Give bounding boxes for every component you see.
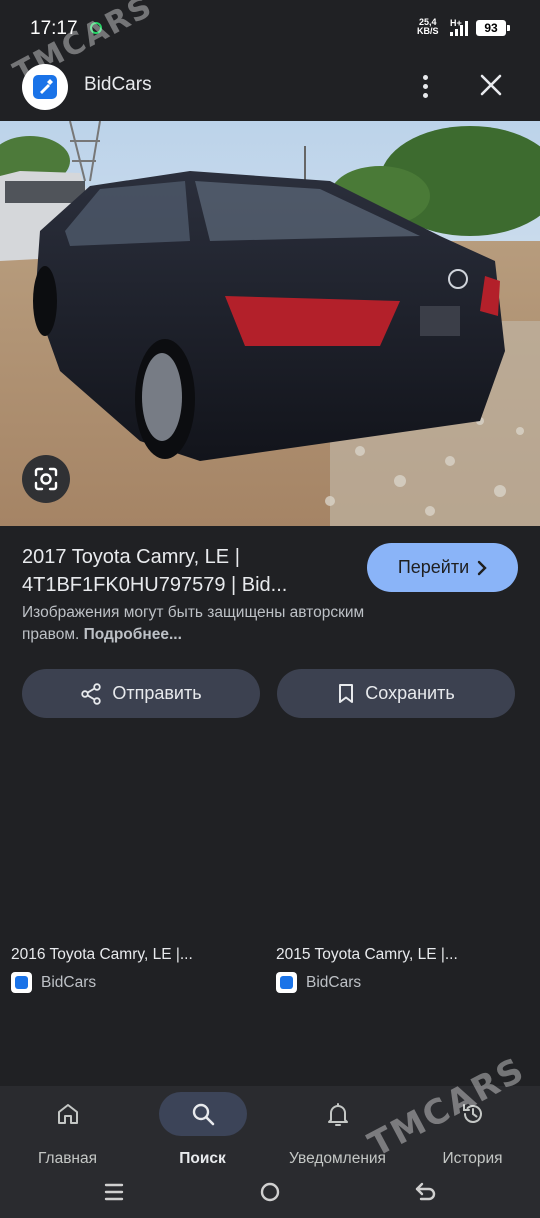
back-button[interactable] bbox=[412, 1178, 440, 1206]
home-system-button[interactable] bbox=[256, 1178, 284, 1206]
more-dot-icon bbox=[422, 74, 428, 80]
result-title-line-1: 2017 Toyota Camry, LE | bbox=[22, 546, 240, 568]
result-header: BidCars bbox=[0, 56, 540, 120]
recent-apps-button[interactable] bbox=[100, 1178, 128, 1206]
google-lens-icon bbox=[34, 467, 58, 491]
result-title-line-2: 4T1BF1FK0HU797579 | Bid... bbox=[22, 574, 288, 596]
related-result-title: 2015 Toyota Camry, LE |... bbox=[276, 946, 458, 963]
save-label: Сохранить bbox=[365, 683, 455, 703]
bookmark-icon bbox=[339, 683, 354, 703]
share-icon bbox=[81, 682, 102, 705]
lens-button[interactable] bbox=[22, 455, 70, 503]
result-title[interactable]: 2017 Toyota Camry, LE | 4T1BF1FK0HU79757… bbox=[22, 543, 352, 599]
related-result[interactable]: 2015 Toyota Camry, LE |... BidCars bbox=[276, 946, 458, 993]
learn-more-link[interactable]: Подробнее... bbox=[84, 626, 182, 643]
related-result-source: BidCars bbox=[11, 972, 193, 993]
nav-home-icon-wrap bbox=[24, 1092, 112, 1136]
related-result-title: 2016 Toyota Camry, LE |... bbox=[11, 946, 193, 963]
bidcars-logo-icon bbox=[11, 972, 32, 993]
result-image[interactable] bbox=[0, 121, 540, 526]
signal-icon: H+ bbox=[448, 18, 470, 36]
related-result-source: BidCars bbox=[276, 972, 458, 993]
bell-icon bbox=[327, 1103, 348, 1126]
related-result[interactable]: 2016 Toyota Camry, LE |... BidCars bbox=[11, 946, 193, 993]
circle-home-icon bbox=[260, 1182, 280, 1202]
network-speed-unit: KB/S bbox=[417, 26, 439, 36]
more-options-button[interactable] bbox=[410, 68, 440, 104]
home-icon bbox=[57, 1104, 78, 1124]
share-button[interactable]: Отправить bbox=[22, 669, 260, 718]
close-button[interactable] bbox=[474, 66, 508, 102]
copyright-text: Изображения могут быть защищены авторски… bbox=[22, 604, 365, 643]
nav-search-icon-wrap bbox=[158, 1092, 247, 1136]
chevron-right-icon bbox=[477, 560, 487, 575]
save-button[interactable]: Сохранить bbox=[277, 669, 515, 718]
network-speed: 25,4 KB/S bbox=[417, 18, 439, 36]
copyright-notice: Изображения могут быть защищены авторски… bbox=[22, 602, 422, 646]
go-to-site-button[interactable]: Перейти bbox=[367, 543, 518, 592]
car-photo bbox=[0, 121, 540, 526]
system-navigation-bar bbox=[0, 1166, 540, 1218]
related-result-source-name: BidCars bbox=[306, 973, 362, 991]
share-label: Отправить bbox=[112, 683, 202, 703]
nav-home[interactable]: Главная bbox=[0, 1092, 135, 1168]
back-icon bbox=[415, 1182, 436, 1201]
recent-apps-icon bbox=[104, 1183, 124, 1201]
nav-search[interactable]: Поиск bbox=[135, 1092, 270, 1168]
site-name[interactable]: BidCars bbox=[84, 74, 152, 96]
battery-indicator: 93 bbox=[476, 20, 510, 36]
more-dot-icon bbox=[422, 83, 428, 89]
more-dot-icon bbox=[422, 92, 428, 98]
close-icon bbox=[480, 74, 502, 96]
go-to-site-label: Перейти bbox=[397, 557, 470, 577]
search-icon bbox=[192, 1103, 214, 1126]
related-result-source-name: BidCars bbox=[41, 973, 97, 991]
bidcars-logo-icon bbox=[276, 972, 297, 993]
